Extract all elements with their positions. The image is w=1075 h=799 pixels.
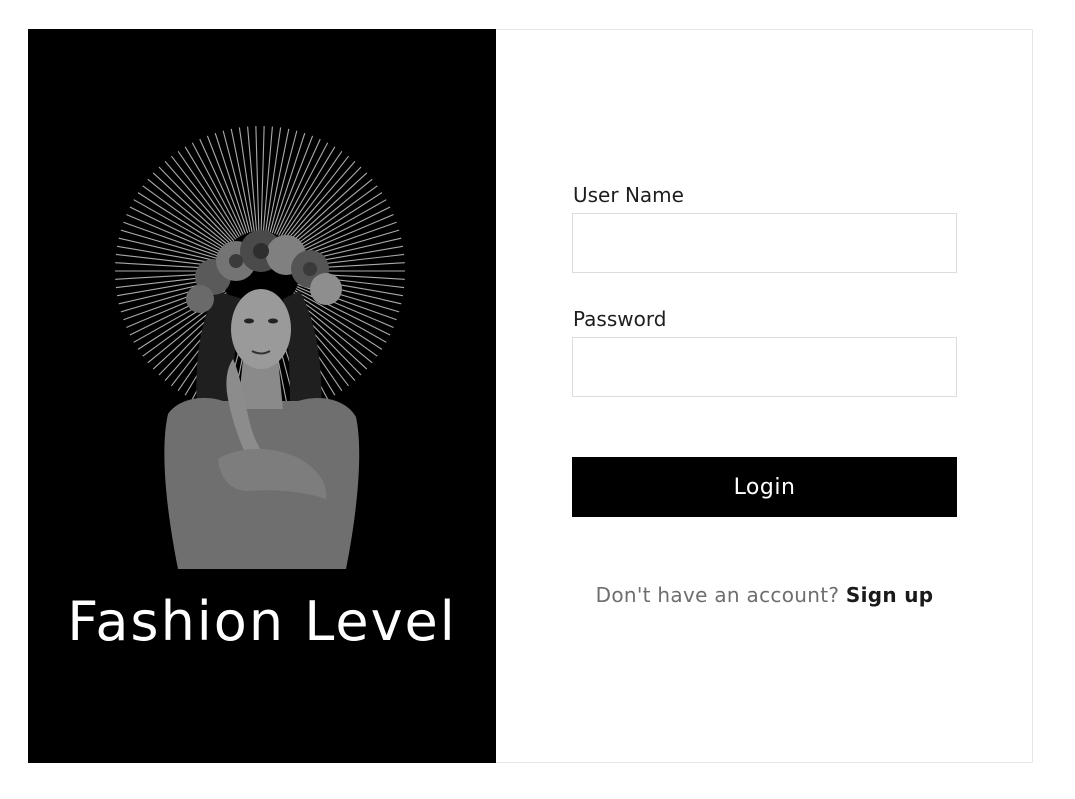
signup-row: Don't have an account? Sign up (572, 580, 957, 610)
password-label: Password (573, 307, 667, 331)
halo-ray (287, 166, 362, 243)
halo-ray (260, 126, 265, 232)
brand-title: Fashion Level (67, 590, 457, 653)
halo-ray (292, 185, 378, 248)
halo-ray (152, 172, 231, 245)
username-label: User Name (573, 183, 684, 207)
halo-ray (137, 192, 227, 250)
halo-ray (282, 150, 343, 239)
login-button[interactable]: Login (572, 457, 957, 517)
halo-ray (126, 214, 224, 256)
halo-ray (158, 166, 233, 243)
halo-ray (142, 185, 228, 248)
halo-ray (206, 135, 247, 234)
halo-ray (177, 150, 238, 239)
halo-ray (255, 126, 260, 232)
username-input[interactable] (572, 213, 957, 273)
halo-ray (296, 214, 394, 256)
brand-panel: Fashion Level (28, 29, 496, 763)
password-input[interactable] (572, 337, 957, 397)
halo-ray (293, 192, 383, 250)
signup-prompt: Don't have an account? (595, 583, 840, 607)
halo-ray (118, 237, 222, 263)
signup-link[interactable]: Sign up (846, 583, 933, 607)
halo-ray (273, 135, 314, 234)
halo-ray (289, 172, 368, 245)
